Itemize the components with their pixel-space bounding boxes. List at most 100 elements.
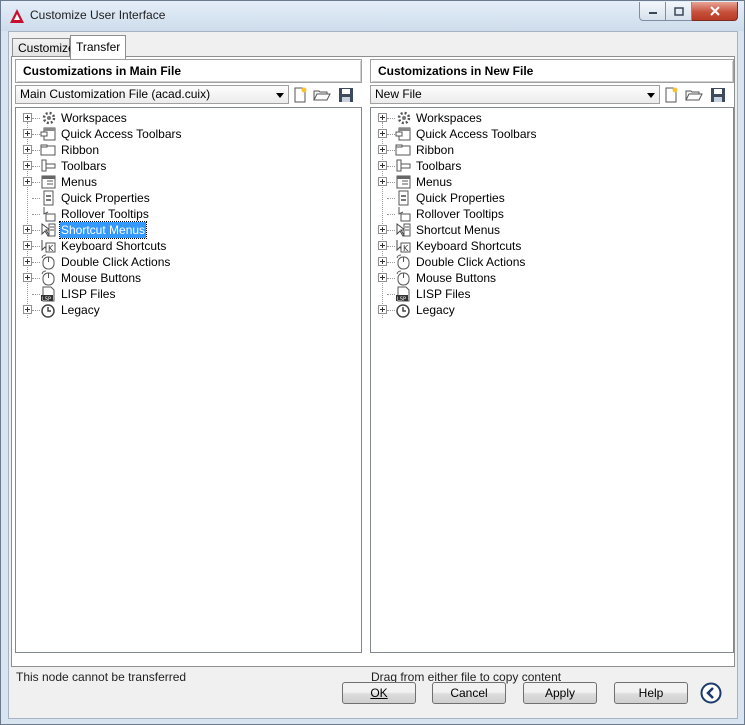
expand-icon[interactable] <box>378 129 387 138</box>
cancel-button[interactable]: Cancel <box>432 682 506 704</box>
expand-icon[interactable] <box>378 225 387 234</box>
new-tree-node-lisp-files[interactable]: LSP LISP Files <box>371 286 733 302</box>
tree-node-label: Quick Properties <box>416 191 505 205</box>
expand-icon[interactable] <box>378 241 387 250</box>
tab-customize[interactable]: Customize <box>12 38 75 58</box>
new-file-header: Customizations in New File <box>370 59 734 83</box>
expand-icon[interactable] <box>23 305 32 314</box>
new-tree-node-workspaces[interactable]: Workspaces <box>371 110 733 126</box>
tree-node-label: Workspaces <box>416 111 482 125</box>
title-bar[interactable]: Customize User Interface <box>1 1 744 31</box>
new-file-icon[interactable] <box>662 86 680 104</box>
dialog-body: Customize Transfer Customizations in Mai… <box>8 31 738 719</box>
expand-icon[interactable] <box>23 273 32 282</box>
new-tree-node-rollover-tooltips[interactable]: Rollover Tooltips <box>371 206 733 222</box>
svg-text:K: K <box>48 244 54 253</box>
expand-icon[interactable] <box>23 225 32 234</box>
main-file-dropdown[interactable]: Main Customization File (acad.cuix) <box>15 85 289 104</box>
tree-node-label: Keyboard Shortcuts <box>416 239 522 253</box>
open-file-icon[interactable] <box>313 86 331 104</box>
transfer-tab-panel: Customizations in Main File Main Customi… <box>11 56 735 667</box>
quick-properties-icon <box>398 190 409 206</box>
main-tree-node-workspaces[interactable]: Workspaces <box>16 110 361 126</box>
expand-icon[interactable] <box>23 177 32 186</box>
new-tree-node-quick-properties[interactable]: Quick Properties <box>371 190 733 206</box>
expand-icon[interactable] <box>378 113 387 122</box>
new-file-icon[interactable] <box>291 86 309 104</box>
main-file-tree[interactable]: Workspaces Quick Access Toolbars Ribbon Too… <box>15 107 362 653</box>
expand-icon[interactable] <box>23 241 32 250</box>
double-click-actions-icon <box>396 254 410 270</box>
new-tree-node-quick-access-toolbars[interactable]: Quick Access Toolbars <box>371 126 733 142</box>
expand-icon[interactable] <box>378 177 387 186</box>
main-tree-node-rollover-tooltips[interactable]: Rollover Tooltips <box>16 206 361 222</box>
tree-node-label: Quick Access Toolbars <box>61 127 182 141</box>
main-tree-node-double-click-actions[interactable]: Double Click Actions <box>16 254 361 270</box>
menus-icon <box>41 175 56 189</box>
tree-node-label: Rollover Tooltips <box>61 207 149 221</box>
collapse-panel-icon[interactable] <box>700 682 722 704</box>
main-tree-node-keyboard-shortcuts[interactable]: K Keyboard Shortcuts <box>16 238 361 254</box>
save-file-icon[interactable] <box>709 86 727 104</box>
ok-button[interactable]: OK <box>342 682 416 704</box>
new-tree-node-toolbars[interactable]: Toolbars <box>371 158 733 174</box>
tree-node-label: Ribbon <box>61 143 100 157</box>
legacy-icon <box>396 304 410 318</box>
close-icon <box>709 6 720 16</box>
tree-node-label: Legacy <box>416 303 455 317</box>
new-tree-node-keyboard-shortcuts[interactable]: K Keyboard Shortcuts <box>371 238 733 254</box>
open-file-icon[interactable] <box>685 86 703 104</box>
new-file-pane: Customizations in New File New File Work… <box>370 59 734 653</box>
new-tree-node-double-click-actions[interactable]: Double Click Actions <box>371 254 733 270</box>
new-tree-node-shortcut-menus[interactable]: Shortcut Menus <box>371 222 733 238</box>
tree-node-label: LISP Files <box>61 287 116 301</box>
maximize-button[interactable] <box>666 2 692 21</box>
expand-icon[interactable] <box>378 273 387 282</box>
shortcut-menus-icon <box>41 223 56 237</box>
main-tree-node-quick-access-toolbars[interactable]: Quick Access Toolbars <box>16 126 361 142</box>
expand-icon[interactable] <box>378 257 387 266</box>
lisp-files-icon: LSP <box>41 286 55 302</box>
main-tree-node-mouse-buttons[interactable]: Mouse Buttons <box>16 270 361 286</box>
expand-icon[interactable] <box>23 257 32 266</box>
lisp-files-icon: LSP <box>396 286 410 302</box>
main-tree-node-legacy[interactable]: Legacy <box>16 302 361 318</box>
save-file-icon[interactable] <box>337 86 355 104</box>
tree-node-label: Quick Properties <box>61 191 150 205</box>
new-tree-node-legacy[interactable]: Legacy <box>371 302 733 318</box>
keyboard-shortcuts-icon: K <box>396 240 411 253</box>
new-tree-node-ribbon[interactable]: Ribbon <box>371 142 733 158</box>
help-button[interactable]: Help <box>614 682 688 704</box>
main-tree-node-shortcut-menus[interactable]: Shortcut Menus <box>16 221 361 239</box>
new-tree-node-mouse-buttons[interactable]: Mouse Buttons <box>371 270 733 286</box>
dropdown-arrow-icon <box>647 93 655 98</box>
tree-node-label: Menus <box>61 175 98 189</box>
apply-button[interactable]: Apply <box>523 682 597 704</box>
expand-icon[interactable] <box>23 161 32 170</box>
maximize-icon <box>673 6 684 16</box>
tree-node-label: Quick Access Toolbars <box>416 127 537 141</box>
main-file-dropdown-value: Main Customization File (acad.cuix) <box>20 87 211 101</box>
tab-transfer[interactable]: Transfer <box>70 35 126 59</box>
expand-icon[interactable] <box>23 145 32 154</box>
svg-text:K: K <box>403 244 409 253</box>
main-tree-node-ribbon[interactable]: Ribbon <box>16 142 361 158</box>
expand-icon[interactable] <box>378 305 387 314</box>
main-tree-node-quick-properties[interactable]: Quick Properties <box>16 190 361 206</box>
workspaces-icon <box>397 111 411 125</box>
new-file-dropdown[interactable]: New File <box>370 85 660 104</box>
expand-icon[interactable] <box>378 161 387 170</box>
expand-icon[interactable] <box>378 145 387 154</box>
minimize-button[interactable] <box>639 2 666 21</box>
new-file-tree[interactable]: Workspaces Quick Access Toolbars Ribbon Too… <box>370 107 734 653</box>
main-tree-node-menus[interactable]: Menus <box>16 174 361 190</box>
tree-node-label: Menus <box>416 175 453 189</box>
expand-icon[interactable] <box>23 129 32 138</box>
main-tree-node-toolbars[interactable]: Toolbars <box>16 158 361 174</box>
tree-node-label: Double Click Actions <box>416 255 526 269</box>
rollover-tooltips-icon <box>43 207 56 222</box>
main-tree-node-lisp-files[interactable]: LSP LISP Files <box>16 286 361 302</box>
expand-icon[interactable] <box>23 113 32 122</box>
new-tree-node-menus[interactable]: Menus <box>371 174 733 190</box>
close-button[interactable] <box>692 2 738 21</box>
